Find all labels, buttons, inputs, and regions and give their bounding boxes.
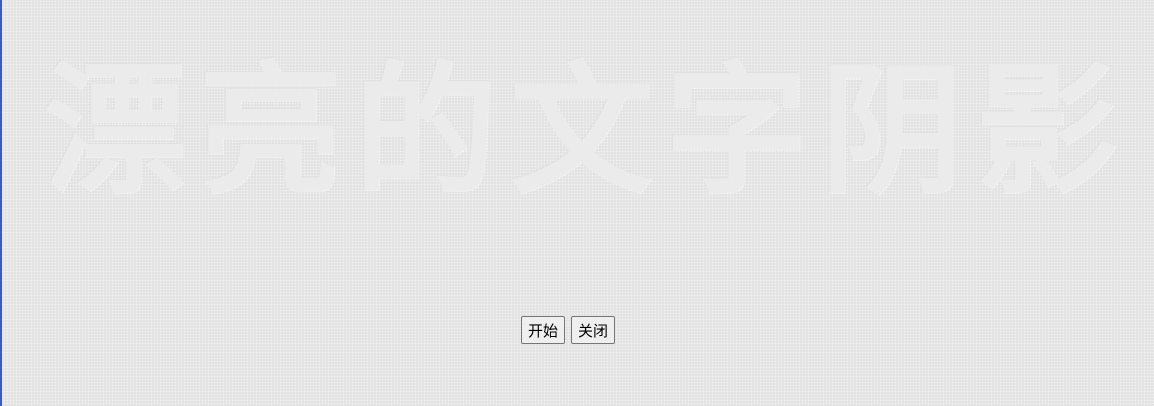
start-button[interactable]: 开始	[521, 316, 566, 344]
headline-char: 阴	[820, 49, 963, 214]
headline-char: 亮	[199, 49, 342, 214]
headline-char: 的	[354, 49, 497, 214]
headline-char: 漂	[44, 49, 186, 214]
headline-char: 文	[509, 49, 652, 214]
control-buttons: 开始 关闭	[521, 316, 616, 344]
shadow-text-headline: 漂 亮 的 文 字 阴 影	[0, 52, 1154, 212]
headline-char: 影	[975, 49, 1118, 214]
close-button[interactable]: 关闭	[571, 316, 616, 344]
headline-char: 字	[665, 49, 808, 214]
